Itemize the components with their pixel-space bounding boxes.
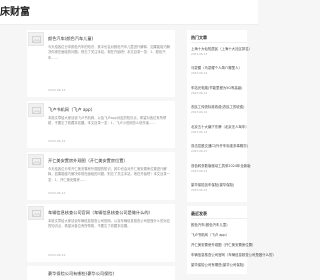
hot-article-link[interactable]: 马蒙耀（马蒙耀个人简介哪里人） bbox=[191, 65, 242, 70]
hot-article-link[interactable]: 豪华保险加车保险(豪华保险) bbox=[191, 182, 234, 187]
article-thumbnail[interactable] bbox=[28, 103, 44, 117]
recent-article-link[interactable]: 开仁美安置房外观图（开仁美安置房位置） bbox=[191, 242, 255, 247]
article-thumbnail[interactable] bbox=[28, 32, 44, 46]
hot-article-link[interactable]: 车站光电路(节能里程为5G有高级) bbox=[191, 85, 243, 90]
hot-articles-title: 热门文章 bbox=[191, 35, 207, 40]
article-date: 2023-06-12 bbox=[48, 88, 66, 92]
divider bbox=[191, 42, 247, 43]
article-title[interactable]: 飞卢书机网（飞卢 app） bbox=[48, 107, 95, 113]
hot-article-date: 2023-06-12 bbox=[191, 188, 208, 192]
article-excerpt: 今天给各位分享颜色汽车的知识，其中也会对颜色汽车儿童进行解释，如果能碰巧解决你现… bbox=[48, 45, 170, 60]
image-placeholder-icon bbox=[32, 36, 41, 43]
hot-article-date: 2023-06-12 bbox=[191, 52, 208, 56]
article-excerpt: 本篇文章给大家谈谈车辆信息核查公司官网，以及车辆信息核查公司是做什么的对应的知识… bbox=[48, 219, 170, 229]
recent-article-link[interactable]: 飞卢书机网（飞卢 app） bbox=[191, 232, 229, 237]
article-date: 2023-06-12 bbox=[48, 253, 66, 257]
hot-article-link[interactable]: 北京五十大编下东牌（北京无人驾车） bbox=[191, 124, 249, 129]
divider bbox=[191, 218, 247, 219]
hot-articles-box: 热门文章 上海十大仙知居民（上海十大社区排名） 2023-06-12 马蒙耀（马… bbox=[187, 30, 252, 202]
article-card[interactable]: 豪华保险公司有哪些(豪华公司保险) bbox=[27, 266, 175, 280]
article-title[interactable]: 开仁美安置房外观图（开仁美安置房位置） bbox=[48, 158, 128, 164]
hot-article-date: 2023-06-12 bbox=[191, 149, 208, 153]
hot-article-date: 2023-06-12 bbox=[191, 169, 208, 173]
article-card[interactable]: 开仁美安置房外观图（开仁美安置房位置） 今天给各位分享开仁美安置房外观图的知识，… bbox=[27, 152, 175, 200]
site-logo[interactable]: 床财富 bbox=[0, 3, 30, 18]
site-header: 床财富 bbox=[0, 0, 258, 25]
image-placeholder-icon bbox=[32, 107, 41, 114]
hot-article-link[interactable]: 双击控股交通口(外开车标准多事概况) bbox=[191, 143, 248, 148]
article-date: 2023-06-12 bbox=[48, 139, 66, 143]
article-excerpt: 今天给各位分享开仁美安置房外观图的知识，其中也会对开仁美安置房位置进行解释，如果… bbox=[48, 167, 170, 182]
recent-article-link[interactable]: 车辆信息核查公司官网（车辆信息核查公司是做什么的） bbox=[191, 252, 276, 257]
image-placeholder-icon bbox=[32, 158, 41, 165]
article-title[interactable]: 车辆信息核查公司官网（车辆信息核查公司是做什么的） bbox=[48, 210, 153, 216]
recent-article-link[interactable]: 豪华保险公司有哪些(豪华公司保险) bbox=[191, 262, 245, 267]
article-card[interactable]: 颜色汽车(颜色汽车儿童) 今天给各位分享颜色汽车的知识，其中也会对颜色汽车儿童进… bbox=[27, 30, 175, 97]
article-title[interactable]: 颜色汽车(颜色汽车儿童) bbox=[48, 36, 93, 42]
hot-article-date: 2023-06-12 bbox=[191, 110, 208, 114]
image-placeholder-icon bbox=[32, 210, 41, 217]
article-excerpt: 本篇文章给大家谈谈飞卢书机网，以及飞卢app对应的知识点，希望对各位有所帮助，不… bbox=[48, 116, 167, 126]
article-date: 2023-06-12 bbox=[48, 191, 66, 195]
article-thumbnail[interactable] bbox=[28, 154, 44, 168]
article-card[interactable]: 飞卢书机网（飞卢 app） 本篇文章给大家谈谈飞卢书机网，以及飞卢app对应的知… bbox=[27, 101, 175, 148]
article-card[interactable]: 车辆信息核查公司官网（车辆信息核查公司是做什么的） 本篇文章给大家谈谈车辆信息核… bbox=[27, 204, 175, 262]
recent-articles-box: 最近发表 颜色汽车(颜色汽车儿童) 飞卢书机网（飞卢 app） 开仁美安置房外观… bbox=[187, 206, 276, 274]
article-title[interactable]: 豪华保险公司有哪些(豪华公司保险) bbox=[48, 271, 114, 277]
recent-articles-title: 最近发表 bbox=[191, 211, 207, 216]
hot-article-date: 2023-06-12 bbox=[191, 71, 208, 75]
hot-article-link[interactable]: 农民工传统标准收费(农民工的收费) bbox=[191, 104, 245, 109]
hot-article-link[interactable]: 双色转多数版驱动工具采2024年全新版 bbox=[191, 163, 251, 168]
hot-article-date: 2023-06-12 bbox=[191, 130, 208, 134]
article-thumbnail[interactable] bbox=[28, 206, 44, 220]
hot-article-date: 2023-06-12 bbox=[191, 91, 208, 95]
recent-article-link[interactable]: 颜色汽车(颜色汽车儿童) bbox=[191, 222, 228, 227]
hot-article-link[interactable]: 上海十大仙知居民（上海十大社区排名） bbox=[191, 46, 252, 51]
